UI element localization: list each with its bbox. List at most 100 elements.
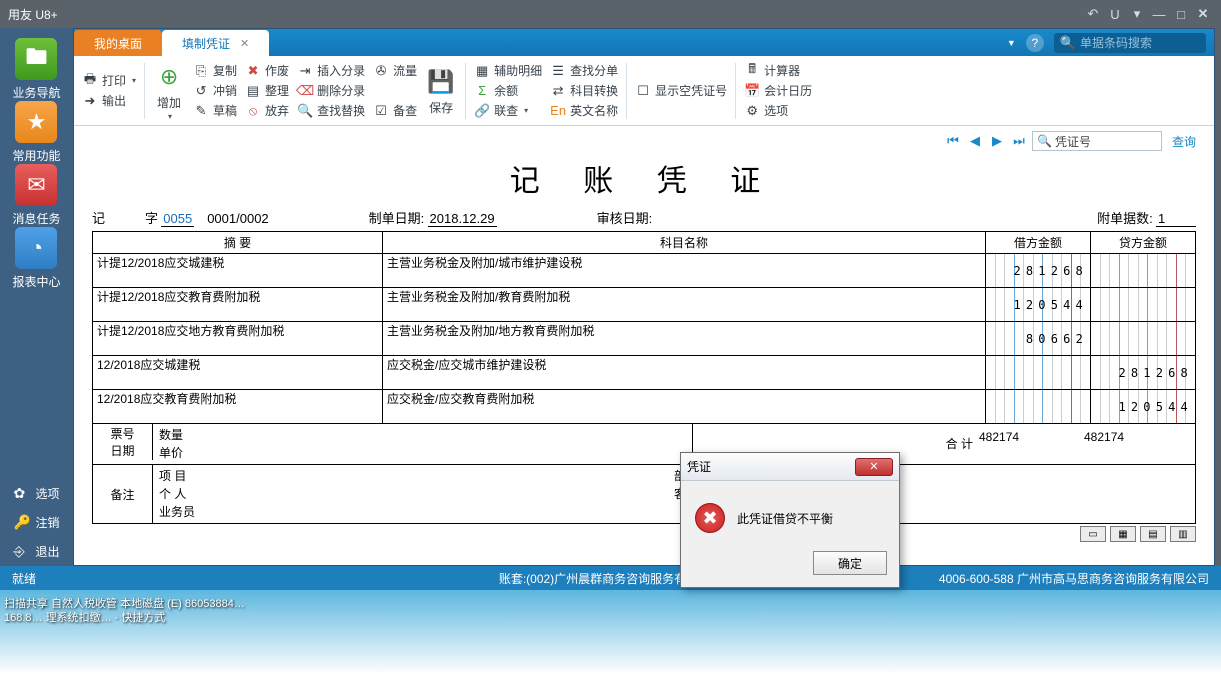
- dialog-message: 此凭证借贷不平衡: [737, 510, 833, 527]
- add-button[interactable]: ⊕增加▾: [153, 61, 185, 121]
- first-record-button[interactable]: ⏮: [944, 132, 962, 150]
- nav-foot-注销[interactable]: 🔑注销: [3, 508, 69, 537]
- save-icon: 💾: [425, 66, 457, 98]
- barcode-search-input[interactable]: [1080, 36, 1200, 50]
- insert-entry-button[interactable]: ⇥插入分录: [297, 62, 365, 79]
- find-bill-button[interactable]: ☰查找分单: [550, 62, 618, 79]
- save-button[interactable]: 💾保存: [425, 66, 457, 116]
- voucher-meta: 记 字 0055 0001/0002 制单日期: 2018.12.29 审核日期…: [92, 208, 1196, 227]
- dropdown-icon[interactable]: ▼: [1007, 38, 1016, 48]
- status-company: 4006-600-588 广州市高马思商务咨询服务有限公司: [939, 570, 1209, 587]
- table-row[interactable]: 12/2018应交教育费附加税应交税金/应交教育费附加税120544: [93, 390, 1196, 424]
- table-row[interactable]: 计提12/2018应交教育费附加税主营业务税金及附加/教育费附加税120544: [93, 288, 1196, 322]
- draft-button[interactable]: ✎草稿: [193, 102, 237, 119]
- record-nav: ⏮ ◀ ▶ ⏭ 🔍凭证号 查询: [74, 126, 1214, 156]
- draft-icon: ✎: [193, 103, 209, 119]
- help-icon[interactable]: ?: [1026, 34, 1044, 52]
- calc-icon: 🖩: [744, 63, 760, 79]
- nav-常用功能[interactable]: ★ 常用功能: [12, 101, 60, 164]
- last-record-button[interactable]: ⏭: [1010, 132, 1028, 150]
- titlebar: 用友 U8+ ↶ U ▾ — □ ✕: [0, 0, 1221, 28]
- blank-icon: ☐: [635, 83, 651, 99]
- invalid-button[interactable]: ✖作废: [245, 62, 289, 79]
- nav-报表中心[interactable]: ◔ 报表中心: [12, 227, 60, 290]
- print-button[interactable]: 🖶打印▾: [82, 72, 136, 89]
- col-debit: 借方金额: [986, 232, 1091, 254]
- show-blank-button[interactable]: ☐显示空凭证号: [635, 82, 727, 99]
- table-row[interactable]: 12/2018应交城建税应交税金/应交城市维护建设税281268: [93, 356, 1196, 390]
- close-button[interactable]: ✕: [1193, 5, 1213, 23]
- flow-icon: ✇: [373, 63, 389, 79]
- balance-icon: Σ: [474, 83, 490, 99]
- mini-btn-4[interactable]: ▥: [1170, 526, 1196, 542]
- delete-entry-button[interactable]: ⌫删除分录: [297, 82, 365, 99]
- link-check-button[interactable]: 🔗联查▾: [474, 102, 542, 119]
- abandon-button[interactable]: ⦸放弃: [245, 102, 289, 119]
- dialog-close-button[interactable]: ✕: [855, 458, 893, 476]
- voucher-seq: 0001/0002: [207, 211, 268, 226]
- balance-button[interactable]: Σ余额: [474, 82, 542, 99]
- copy-icon: ⎘: [193, 63, 209, 79]
- voucher-table: 摘 要 科目名称 借方金额 贷方金额 计提12/2018应交城建税主营业务税金及…: [92, 231, 1196, 424]
- export-icon: ➜: [82, 93, 98, 109]
- dialog-ok-button[interactable]: 确定: [813, 551, 887, 575]
- en-icon: En: [550, 103, 566, 119]
- app-title: 用友 U8+: [8, 6, 58, 23]
- offset-button[interactable]: ↺冲销: [193, 82, 237, 99]
- status-ready: 就绪: [12, 570, 85, 587]
- add-icon: ⊕: [153, 61, 185, 93]
- printer-icon: 🖶: [82, 73, 98, 89]
- voucher-extras: 票号 日期 数量 单价 合 计 482174 482174: [92, 424, 1196, 465]
- status-bar: 就绪 账套:(002)广州晨群商务咨询服务有限公… 4006-600-588 广…: [0, 566, 1221, 590]
- option-button[interactable]: ⚙选项: [744, 102, 812, 119]
- copy-button[interactable]: ⎘复制: [193, 62, 237, 79]
- abandon-icon: ⦸: [245, 103, 261, 119]
- tab-desktop[interactable]: 我的桌面: [74, 30, 162, 56]
- mini-btn-3[interactable]: ▤: [1140, 526, 1166, 542]
- nav-icon: 🖿: [15, 38, 57, 80]
- voucher-number[interactable]: 0055: [161, 211, 194, 227]
- prev-record-button[interactable]: ◀: [966, 132, 984, 150]
- table-row[interactable]: 计提12/2018应交城建税主营业务税金及附加/城市维护建设税281268: [93, 254, 1196, 288]
- voucher-no-field[interactable]: 🔍凭证号: [1032, 131, 1162, 151]
- dialog-title: 凭证: [687, 458, 855, 475]
- barcode-search[interactable]: 🔍: [1054, 33, 1206, 53]
- gear-icon: ⚙: [744, 103, 760, 119]
- minimize-button[interactable]: —: [1149, 5, 1169, 23]
- calendar-button[interactable]: 📅会计日历: [744, 82, 812, 99]
- nav-foot-退出[interactable]: ⎆退出: [3, 537, 69, 566]
- output-button[interactable]: ➜输出: [82, 92, 136, 109]
- en-name-button[interactable]: En英文名称: [550, 102, 618, 119]
- find-replace-button[interactable]: 🔍查找替换: [297, 102, 365, 119]
- tabstrip: 我的桌面 填制凭证✕ ▼ ? 🔍: [74, 29, 1214, 56]
- nav-foot-选项[interactable]: ✿选项: [3, 479, 69, 508]
- attach-count[interactable]: 1: [1156, 211, 1196, 227]
- nav-业务导航[interactable]: 🖿 业务导航: [12, 38, 60, 101]
- arrange-button[interactable]: ▤整理: [245, 82, 289, 99]
- undo-button[interactable]: ↶: [1083, 5, 1103, 23]
- table-row[interactable]: 计提12/2018应交地方教育费附加税主营业务税金及附加/地方教育费附加税806…: [93, 322, 1196, 356]
- tri-button[interactable]: ▾: [1127, 5, 1147, 23]
- tab-voucher[interactable]: 填制凭证✕: [162, 30, 269, 56]
- audit-ref-button[interactable]: ☑备查: [373, 102, 417, 119]
- flow-button[interactable]: ✇流量: [373, 62, 417, 79]
- desktop-shortcuts: 扫描共享 自然人税收管 本地磁盘 (E) 86053884… 168.8… 理系…: [0, 595, 249, 627]
- find-icon: 🔍: [297, 103, 313, 119]
- mini-btn-1[interactable]: ▭: [1080, 526, 1106, 542]
- next-record-button[interactable]: ▶: [988, 132, 1006, 150]
- insert-icon: ⇥: [297, 63, 313, 79]
- nav-icon: ◔: [15, 227, 57, 269]
- maximize-button[interactable]: □: [1171, 5, 1191, 23]
- findbill-icon: ☰: [550, 63, 566, 79]
- query-link[interactable]: 查询: [1172, 133, 1196, 150]
- u-button[interactable]: U: [1105, 5, 1125, 23]
- calc-button[interactable]: 🖩计算器: [744, 62, 812, 79]
- subject-trans-button[interactable]: ⇄科目转换: [550, 82, 618, 99]
- aux-detail-button[interactable]: ▦辅助明细: [474, 62, 542, 79]
- tab-close-icon[interactable]: ✕: [240, 37, 249, 50]
- make-date[interactable]: 2018.12.29: [428, 211, 497, 227]
- nav-消息任务[interactable]: ✉ 消息任务: [12, 164, 60, 227]
- mini-btn-2[interactable]: ▦: [1110, 526, 1136, 542]
- calendar-icon: 📅: [744, 83, 760, 99]
- error-dialog: 凭证 ✕ ✖ 此凭证借贷不平衡 确定: [680, 452, 900, 588]
